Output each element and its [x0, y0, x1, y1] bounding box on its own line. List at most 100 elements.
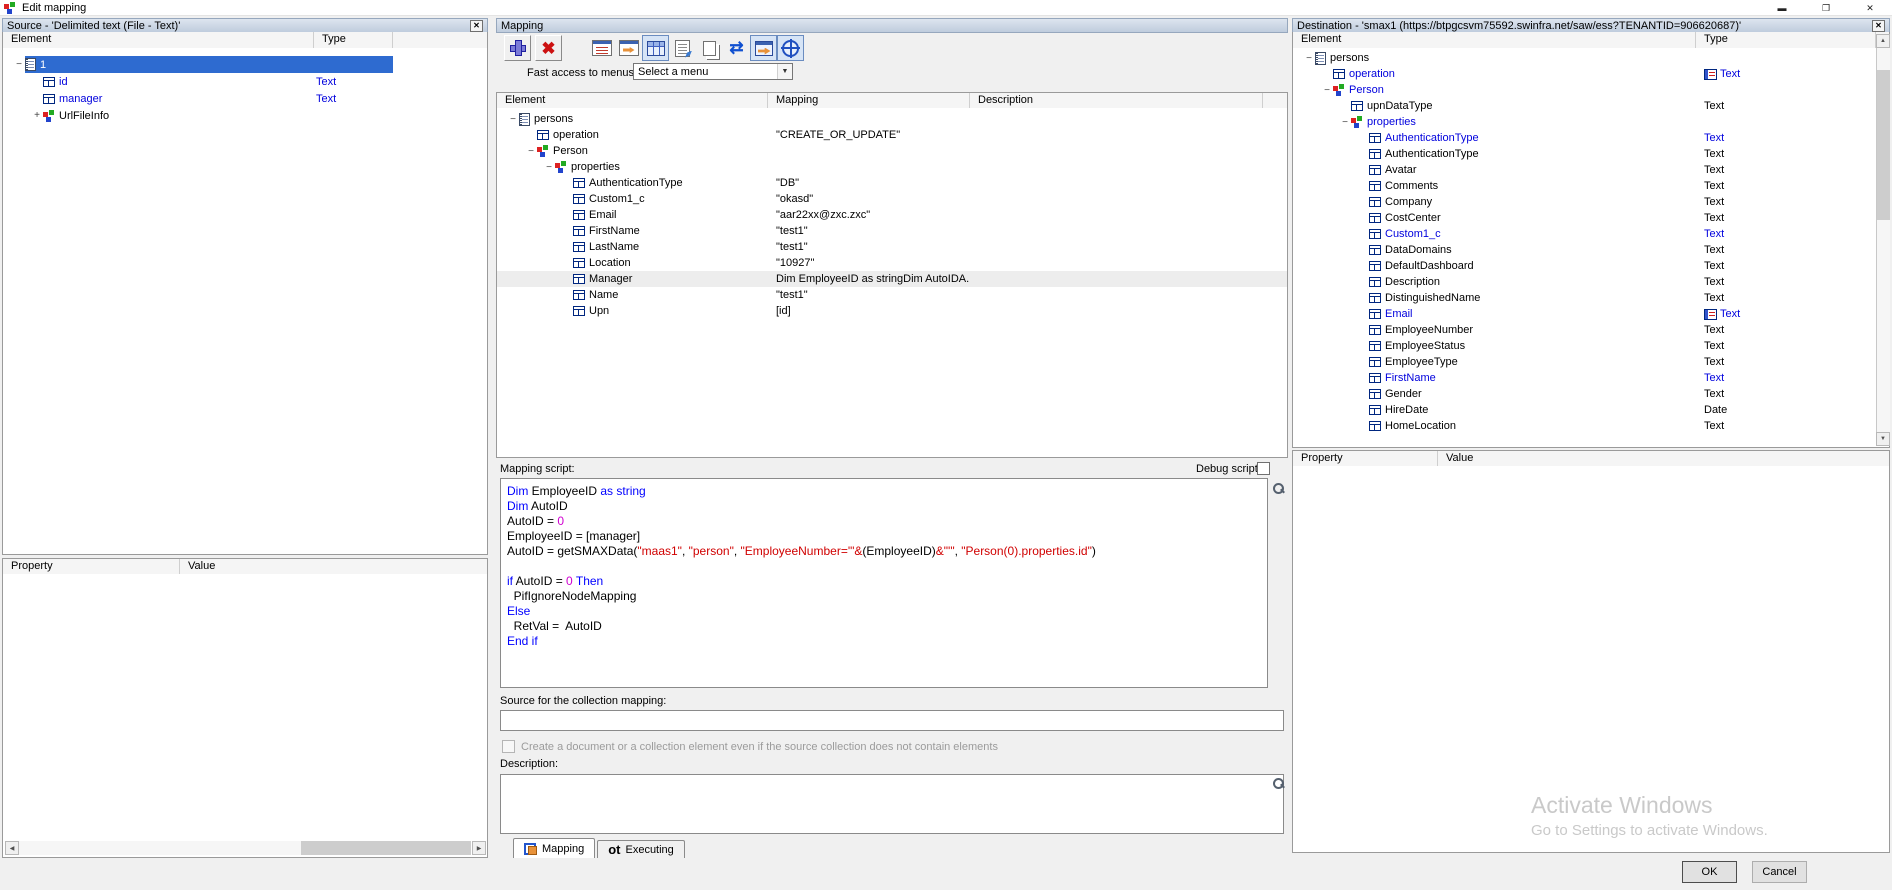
- add-mapping-button[interactable]: [504, 35, 531, 61]
- expander-icon[interactable]: −: [543, 162, 555, 173]
- mapping-col-mapping[interactable]: Mapping: [768, 93, 970, 108]
- tab-executing[interactable]: ot Executing: [597, 840, 685, 858]
- mapping-tree-row[interactable]: Custom1_c "okasd": [497, 191, 1287, 207]
- mapping-tree-row[interactable]: Email "aar22xx@zxc.zxc": [497, 207, 1287, 223]
- destination-tree-row[interactable]: Description Text: [1293, 274, 1876, 290]
- destination-tree-row[interactable]: − persons: [1293, 50, 1876, 66]
- expander-icon[interactable]: −: [525, 146, 537, 157]
- destination-tree-row[interactable]: CostCenter Text: [1293, 210, 1876, 226]
- destination-view-button[interactable]: [615, 35, 642, 61]
- delete-mapping-button[interactable]: ✖: [535, 35, 562, 61]
- expander-icon[interactable]: −: [1339, 117, 1351, 128]
- destination-tree-row[interactable]: FirstName Text: [1293, 370, 1876, 386]
- destination-tree-row[interactable]: EmployeeNumber Text: [1293, 322, 1876, 338]
- tree-item-label: Comments: [1385, 180, 1439, 192]
- destination-col-type[interactable]: Type: [1696, 32, 1876, 48]
- mapping-col-element[interactable]: Element: [497, 93, 768, 108]
- source-prop-col-value[interactable]: Value: [180, 559, 487, 574]
- destination-tree-row[interactable]: EmployeeStatus Text: [1293, 338, 1876, 354]
- destination-tree-row[interactable]: DefaultDashboard Text: [1293, 258, 1876, 274]
- mapping-tree-row[interactable]: AuthenticationType "DB": [497, 175, 1287, 191]
- ok-button[interactable]: OK: [1682, 861, 1737, 883]
- mapping-script-editor[interactable]: Dim EmployeeID as string Dim AutoID AutoID…: [500, 478, 1268, 688]
- type-text: Text: [1720, 68, 1741, 80]
- collection-source-input[interactable]: [500, 710, 1284, 731]
- destination-tree-row[interactable]: EmployeeType Text: [1293, 354, 1876, 370]
- close-button[interactable]: ✕: [1848, 0, 1892, 16]
- mapping-tree-row[interactable]: Location "10927": [497, 255, 1287, 271]
- destination-tree-row[interactable]: DistinguishedName Text: [1293, 290, 1876, 306]
- chevron-down-icon[interactable]: ▼: [777, 64, 792, 79]
- destination-tree-row[interactable]: Email Text: [1293, 306, 1876, 322]
- expander-icon[interactable]: −: [507, 114, 519, 125]
- minimize-button[interactable]: ▬: [1760, 0, 1804, 16]
- description-zoom-icon[interactable]: [1272, 777, 1285, 790]
- source-close-icon[interactable]: ✕: [470, 19, 483, 32]
- destination-tree-row[interactable]: − Person: [1293, 82, 1876, 98]
- destination-prop-col-property[interactable]: Property: [1293, 451, 1438, 466]
- source-tree-row[interactable]: −1: [3, 56, 393, 73]
- mapping-tree-row[interactable]: operation "CREATE_OR_UPDATE": [497, 127, 1287, 143]
- hscroll-right-icon[interactable]: ▶: [472, 841, 486, 855]
- table-view-button[interactable]: [642, 35, 669, 61]
- destination-prop-col-value[interactable]: Value: [1438, 451, 1889, 466]
- tree-item-label: DistinguishedName: [1385, 292, 1481, 304]
- hscroll-left-icon[interactable]: ◀: [5, 841, 19, 855]
- destination-tree-row[interactable]: upnDataType Text: [1293, 98, 1876, 114]
- destination-tree-row[interactable]: HomeLocation Text: [1293, 418, 1876, 434]
- script-view-button[interactable]: [669, 35, 696, 61]
- debug-script-checkbox[interactable]: [1257, 462, 1270, 475]
- source-view-button[interactable]: [588, 35, 615, 61]
- destination-tree-row[interactable]: Custom1_c Text: [1293, 226, 1876, 242]
- destination-tree-row[interactable]: Comments Text: [1293, 178, 1876, 194]
- vscroll-thumb[interactable]: [1877, 70, 1890, 220]
- expander-icon[interactable]: +: [31, 110, 43, 121]
- restore-button[interactable]: ❐: [1804, 0, 1848, 16]
- mapping-tree-row[interactable]: LastName "test1": [497, 239, 1287, 255]
- tree-item-field-icon: [1369, 277, 1381, 287]
- description-textarea[interactable]: [500, 774, 1284, 834]
- swap-mapping-button[interactable]: ⇄: [723, 35, 750, 61]
- mapping-tree-row[interactable]: FirstName "test1": [497, 223, 1287, 239]
- source-tree-row[interactable]: + UrlFileInfo: [3, 107, 393, 124]
- expander-icon[interactable]: −: [13, 59, 25, 70]
- destination-tree-row[interactable]: DataDomains Text: [1293, 242, 1876, 258]
- tab-mapping[interactable]: Mapping: [513, 838, 596, 858]
- mapping-col-description[interactable]: Description: [970, 93, 1263, 108]
- destination-col-element[interactable]: Element: [1293, 32, 1696, 48]
- destination-tree-row[interactable]: AuthenticationType Text: [1293, 146, 1876, 162]
- destination-tree-row[interactable]: Gender Text: [1293, 386, 1876, 402]
- source-col-element[interactable]: Element: [3, 32, 314, 48]
- mapping-tree-row[interactable]: − properties: [497, 159, 1287, 175]
- vscroll-down-icon[interactable]: ▼: [1876, 432, 1890, 446]
- mapping-tree-row[interactable]: Upn [id]: [497, 303, 1287, 319]
- mapping-description-cell: [970, 207, 1287, 223]
- cancel-button[interactable]: Cancel: [1752, 861, 1807, 883]
- mapping-tree-row[interactable]: Manager Dim EmployeeID as stringDim AutoI…: [497, 271, 1287, 287]
- mapping-tree-row[interactable]: Name "test1": [497, 287, 1287, 303]
- vscroll-up-icon[interactable]: ▲: [1876, 34, 1890, 48]
- destination-close-icon[interactable]: ✕: [1872, 19, 1885, 32]
- source-col-type[interactable]: Type: [314, 32, 393, 48]
- target-button[interactable]: [777, 35, 804, 61]
- source-tree-row[interactable]: manager Text: [3, 90, 393, 107]
- expander-icon[interactable]: −: [1303, 53, 1315, 64]
- destination-tree-row[interactable]: HireDate Date: [1293, 402, 1876, 418]
- destination-tree-row[interactable]: − properties: [1293, 114, 1876, 130]
- hscroll-thumb[interactable]: [301, 841, 471, 855]
- destination-tree-row[interactable]: Company Text: [1293, 194, 1876, 210]
- script-zoom-icon[interactable]: [1272, 482, 1285, 495]
- destination-tree-row[interactable]: AuthenticationType Text: [1293, 130, 1876, 146]
- destination-tree-row[interactable]: operation Text: [1293, 66, 1876, 82]
- destination-tree-row[interactable]: Avatar Text: [1293, 162, 1876, 178]
- mapping-tree-row[interactable]: − Person: [497, 143, 1287, 159]
- tree-item-label: Manager: [589, 273, 633, 285]
- expander-icon[interactable]: −: [1321, 85, 1333, 96]
- create-collection-checkbox[interactable]: [502, 740, 515, 753]
- mapping-tree-row[interactable]: − persons: [497, 111, 1287, 127]
- source-prop-col-property[interactable]: Property: [3, 559, 180, 574]
- fast-access-dropdown[interactable]: Select a menu ▼: [633, 63, 793, 80]
- export-button[interactable]: [750, 35, 777, 61]
- source-tree-row[interactable]: id Text: [3, 73, 393, 90]
- copy-button[interactable]: [696, 35, 723, 61]
